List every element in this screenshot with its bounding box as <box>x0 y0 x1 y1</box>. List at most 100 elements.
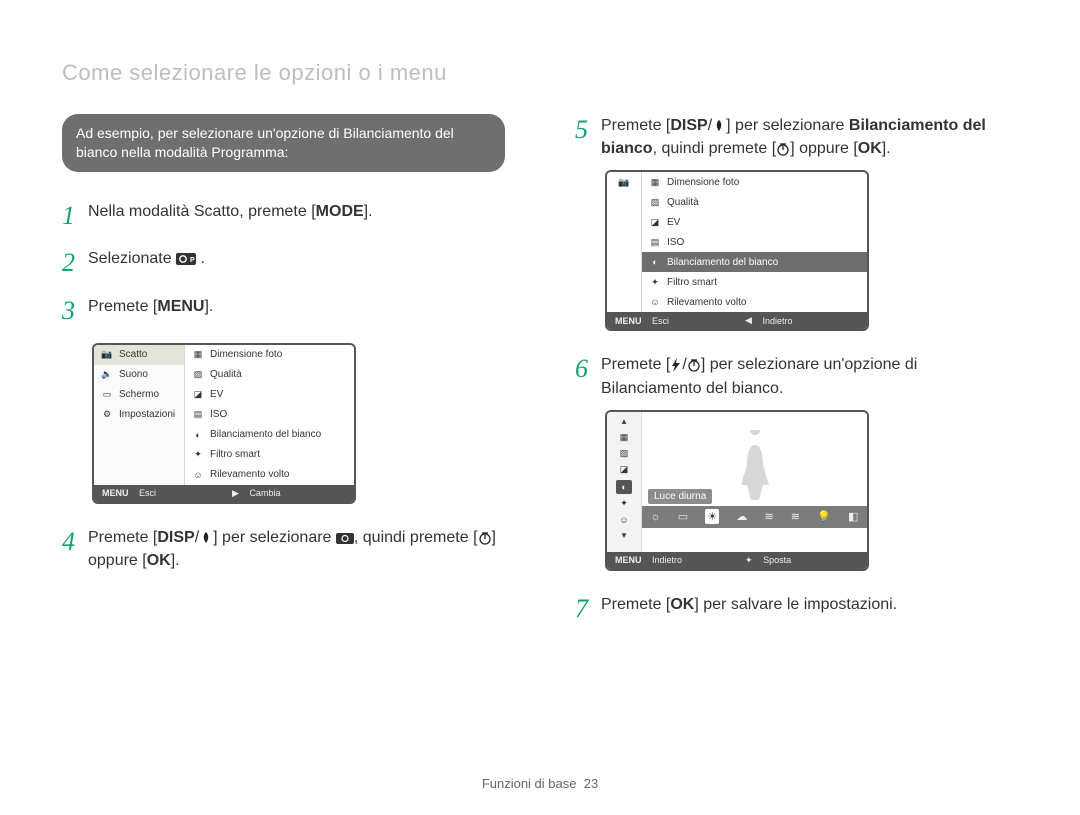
footer-right: ◀ Indietro <box>737 312 867 329</box>
step-6: 6 Premete [/] per selezionare un'opzione… <box>575 353 1018 399</box>
macro-icon <box>712 119 726 133</box>
menu-item-label: ISO <box>667 237 684 248</box>
step-2: 2 Selezionate P . <box>62 247 505 285</box>
step-number: 7 <box>575 590 601 628</box>
step-text: Premete [ <box>88 529 157 546</box>
right-column: 5 Premete [DISP/] per selezionare Bilanc… <box>575 114 1018 640</box>
page-number: 23 <box>584 776 598 791</box>
menu-item: ◪ EV <box>642 212 867 232</box>
step-text: ] oppure [ <box>790 140 858 157</box>
step-text: Selezionate <box>88 250 176 267</box>
menu-tab-label: Impostazioni <box>119 409 175 420</box>
menu-item: ☺Rilevamento volto <box>185 465 354 485</box>
footer-section: Funzioni di base <box>482 776 577 791</box>
wb-selected-label: Luce diurna <box>648 489 712 504</box>
step-number: 2 <box>62 244 88 282</box>
menu-item-label: Rilevamento volto <box>667 297 746 308</box>
menu-item: ▤ISO <box>642 232 867 252</box>
face-icon: ☺ <box>617 514 631 526</box>
step-text: ] per selezionare <box>213 529 336 546</box>
quality-icon: ▨ <box>617 448 631 460</box>
wb-tungsten-icon: 💡 <box>817 510 831 523</box>
footer-right: ✦ Sposta <box>737 552 867 569</box>
menu-item: ☺Rilevamento volto <box>642 292 867 312</box>
filter-icon: ✦ <box>617 498 631 510</box>
disp-button-label: DISP <box>157 529 194 546</box>
step-text: ] per salvare le impostazioni. <box>694 596 897 613</box>
menu-tab-label: Scatto <box>119 349 147 360</box>
wb-custom-icon: ◧ <box>848 510 858 523</box>
menu-item-label: Qualità <box>667 197 699 208</box>
step-text: Nella modalità Scatto, premete [ <box>88 203 316 220</box>
ok-button-label: OK <box>670 596 694 613</box>
menu-item-label: Dimensione foto <box>210 349 282 360</box>
filter-icon: ✦ <box>648 276 662 288</box>
disp-button-label: DISP <box>670 117 707 134</box>
wb-icon: ◐ <box>648 256 662 268</box>
menu-item: ◪EV <box>185 385 354 405</box>
step-1: 1 Nella modalità Scatto, premete [MODE]. <box>62 200 505 238</box>
menu-item: ✦Filtro smart <box>185 445 354 465</box>
display-icon: ▭ <box>100 389 114 401</box>
camera-wb-screenshot: ▴ ▦ ▨ ◪ ◐ ✦ ☺ ▾ Luce diurna <box>605 410 869 571</box>
step-text: , quindi premete [ <box>354 529 478 546</box>
menu-item-label: Filtro smart <box>210 449 260 460</box>
step-text: . <box>201 250 205 267</box>
step-number: 3 <box>62 292 88 330</box>
footer-left: MENU Indietro <box>607 552 737 569</box>
photo-size-icon: ▦ <box>617 432 631 444</box>
step-text: ]. <box>171 552 180 569</box>
menu-item: ▦Dimensione foto <box>642 172 867 192</box>
up-arrow-icon: ▴ <box>617 416 631 428</box>
menu-item-label: EV <box>210 389 223 400</box>
macro-icon <box>199 531 213 545</box>
timer-icon <box>687 358 701 372</box>
nav-diamond-icon: ✦ <box>745 555 753 566</box>
menu-tab-label: Suono <box>119 369 148 380</box>
down-arrow-icon: ▾ <box>617 530 631 542</box>
menu-item-label: Qualità <box>210 369 242 380</box>
camera-icon <box>336 532 354 545</box>
menu-item-selected: ◐Bilanciamento del bianco <box>642 252 867 272</box>
step-text: ]. <box>882 140 891 157</box>
wb-cloudy-icon: ☁ <box>736 510 747 523</box>
photo-size-icon: ▦ <box>191 349 205 361</box>
step-text: ]. <box>204 298 213 315</box>
wb-fluorescent-h-icon: ≋ <box>764 510 773 523</box>
wb-icon: ◐ <box>616 480 632 494</box>
wb-daylight-icon: ☀ <box>705 509 719 524</box>
program-mode-icon: P <box>176 252 196 266</box>
camera-menu-screenshot-1: 📷Scatto 🔈Suono ▭Schermo ⚙Impostazioni ▦D… <box>92 343 356 504</box>
left-column: Ad esempio, per selezionare un'opzione d… <box>62 114 505 640</box>
iso-icon: ▤ <box>191 409 205 421</box>
menu-item: ✦ Filtro smart <box>642 272 867 292</box>
page-footer: Funzioni di base 23 <box>0 776 1080 791</box>
ok-button-label: OK <box>858 140 882 157</box>
quality-icon: ▨ <box>648 196 662 208</box>
step-text: Premete [ <box>601 596 670 613</box>
menu-item: ▤ISO <box>185 405 354 425</box>
camera-menu-screenshot-2: 📷 ▦Dimensione foto ▨ Qualità ◪ EV ▤ISO ◐Bi… <box>605 170 869 331</box>
wb-icon: ◐ <box>191 429 205 441</box>
step-text: , quindi premete [ <box>653 140 777 157</box>
step-text: Premete [ <box>601 117 670 134</box>
menu-item-label: Filtro smart <box>667 277 717 288</box>
quality-icon: ▨ <box>191 369 205 381</box>
wb-awb-icon: ▭ <box>678 510 688 523</box>
menu-item-label: Rilevamento volto <box>210 469 289 480</box>
step-text: Premete [ <box>601 356 670 373</box>
step-number: 1 <box>62 197 88 235</box>
ev-icon: ◪ <box>648 216 662 228</box>
svg-text:P: P <box>190 257 195 264</box>
step-text: ] per selezionare <box>726 117 849 134</box>
flash-icon <box>670 358 682 372</box>
menu-item-label: EV <box>667 217 680 228</box>
wb-fluorescent-l-icon: ≋ <box>791 510 800 523</box>
footer-left: MENU Esci <box>607 312 737 329</box>
step-text: Premete [ <box>88 298 157 315</box>
timer-icon <box>478 531 492 545</box>
menu-tab: 📷 <box>607 172 641 192</box>
step-number: 6 <box>575 350 601 388</box>
photo-size-icon: ▦ <box>648 176 662 188</box>
step-text: ]. <box>364 203 373 220</box>
